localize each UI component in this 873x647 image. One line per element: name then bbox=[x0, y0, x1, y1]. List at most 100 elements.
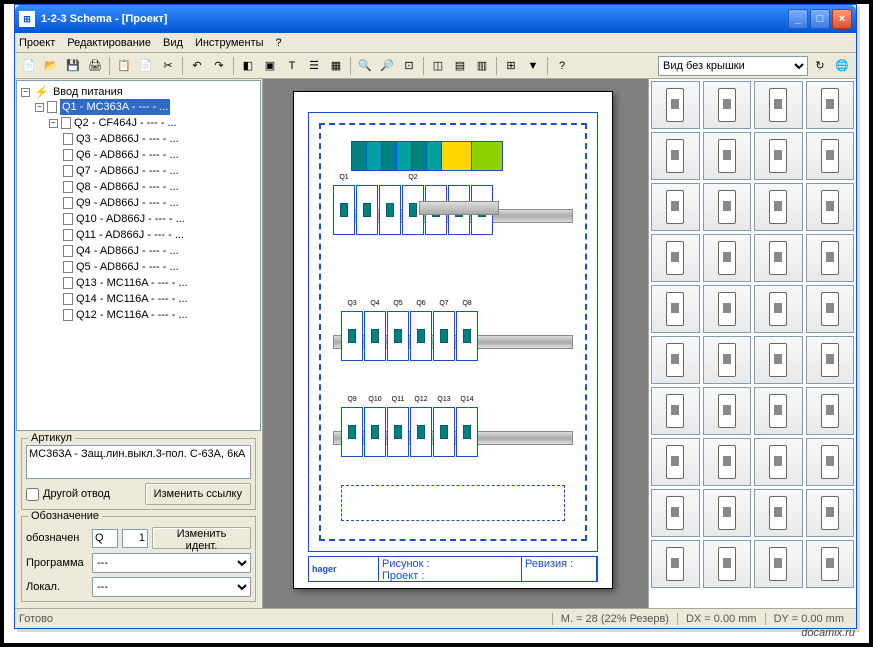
palette-item[interactable] bbox=[651, 234, 700, 282]
device[interactable]: Q10 bbox=[364, 407, 386, 457]
open-icon[interactable]: 📂 bbox=[41, 56, 61, 76]
minimize-button[interactable]: _ bbox=[788, 9, 808, 29]
tool-a-icon[interactable]: ◧ bbox=[238, 56, 258, 76]
device[interactable]: Q1 bbox=[333, 185, 355, 235]
local-select[interactable]: --- bbox=[92, 577, 251, 597]
palette-item[interactable] bbox=[754, 540, 803, 588]
device[interactable]: Q12 bbox=[410, 407, 432, 457]
tree-item[interactable]: Q5 - AD866J - --- - ... bbox=[76, 259, 179, 275]
undo-icon[interactable]: ↶ bbox=[187, 56, 207, 76]
device[interactable]: Q7 bbox=[433, 311, 455, 361]
menu-tools[interactable]: Инструменты bbox=[195, 37, 264, 49]
tree-item[interactable]: Q12 - MC116A - --- - ... bbox=[76, 307, 188, 323]
tree-item[interactable]: Q8 - AD866J - --- - ... bbox=[76, 179, 179, 195]
tool-d-icon[interactable]: ◫ bbox=[428, 56, 448, 76]
palette-item[interactable] bbox=[703, 540, 752, 588]
palette-item[interactable] bbox=[754, 132, 803, 180]
tool-e-icon[interactable]: ▤ bbox=[450, 56, 470, 76]
palette-item[interactable] bbox=[651, 540, 700, 588]
tree-item[interactable]: Q9 - AD866J - --- - ... bbox=[76, 195, 179, 211]
palette-item[interactable] bbox=[703, 81, 752, 129]
palette-item[interactable] bbox=[806, 387, 855, 435]
palette-item[interactable] bbox=[703, 132, 752, 180]
device[interactable]: Q13 bbox=[433, 407, 455, 457]
palette-item[interactable] bbox=[651, 438, 700, 486]
palette-item[interactable] bbox=[806, 540, 855, 588]
device[interactable] bbox=[356, 185, 378, 235]
menu-help[interactable]: ? bbox=[276, 37, 282, 49]
program-select[interactable]: --- bbox=[92, 553, 251, 573]
tree-item[interactable]: Q10 - AD866J - --- - ... bbox=[76, 211, 185, 227]
print-icon[interactable]: 🖨 bbox=[85, 56, 105, 76]
tree-item[interactable]: Q6 - AD866J - --- - ... bbox=[76, 147, 179, 163]
tool-c-icon[interactable]: ▦ bbox=[326, 56, 346, 76]
device[interactable]: Q3 bbox=[341, 311, 363, 361]
palette-item[interactable] bbox=[806, 285, 855, 333]
palette-item[interactable] bbox=[754, 387, 803, 435]
palette-item[interactable] bbox=[703, 183, 752, 231]
palette-item[interactable] bbox=[651, 183, 700, 231]
text-icon[interactable]: T bbox=[282, 56, 302, 76]
palette-item[interactable] bbox=[754, 81, 803, 129]
copy-icon[interactable]: 📋 bbox=[114, 56, 134, 76]
cut-icon[interactable]: ✂ bbox=[158, 56, 178, 76]
tree-item-q2[interactable]: Q2 - CF464J - --- - ... bbox=[74, 115, 177, 131]
menu-project[interactable]: Проект bbox=[19, 37, 55, 49]
zoom-out-icon[interactable]: 🔎 bbox=[377, 56, 397, 76]
device[interactable]: Q11 bbox=[387, 407, 409, 457]
palette-item[interactable] bbox=[754, 336, 803, 384]
help-icon[interactable]: ? bbox=[552, 56, 572, 76]
refresh-icon[interactable]: ↻ bbox=[810, 56, 830, 76]
designation-prefix-input[interactable] bbox=[92, 529, 118, 548]
tool-b-icon[interactable]: ▣ bbox=[260, 56, 280, 76]
device[interactable]: Q5 bbox=[387, 311, 409, 361]
tree-item[interactable]: Q13 - MC116A - --- - ... bbox=[76, 275, 188, 291]
globe-icon[interactable]: 🌐 bbox=[832, 56, 852, 76]
device[interactable]: Q4 bbox=[364, 311, 386, 361]
zoom-fit-icon[interactable]: ⊡ bbox=[399, 56, 419, 76]
tree-item[interactable]: Q4 - AD866J - --- - ... bbox=[76, 243, 179, 259]
palette-item[interactable] bbox=[806, 234, 855, 282]
device[interactable]: Q14 bbox=[456, 407, 478, 457]
change-link-button[interactable]: Изменить ссылку bbox=[145, 483, 251, 505]
component-palette[interactable] bbox=[648, 79, 856, 608]
palette-item[interactable] bbox=[754, 234, 803, 282]
view-selector[interactable]: Вид без крышки bbox=[658, 56, 808, 76]
palette-item[interactable] bbox=[703, 336, 752, 384]
device[interactable]: Q6 bbox=[410, 311, 432, 361]
device[interactable] bbox=[379, 185, 401, 235]
palette-item[interactable] bbox=[754, 183, 803, 231]
tree-item[interactable]: Q7 - AD866J - --- - ... bbox=[76, 163, 179, 179]
palette-item[interactable] bbox=[651, 489, 700, 537]
drawing-canvas[interactable]: Q1Q2 Q3Q4Q5Q6Q7Q8 Q9Q10Q11Q12Q13Q14 hage… bbox=[263, 79, 648, 608]
tree-item[interactable]: Q14 - MC116A - --- - ... bbox=[76, 291, 188, 307]
change-ident-button[interactable]: Изменить идент. bbox=[152, 527, 251, 549]
maximize-button[interactable]: □ bbox=[810, 9, 830, 29]
palette-item[interactable] bbox=[806, 438, 855, 486]
palette-item[interactable] bbox=[651, 387, 700, 435]
palette-item[interactable] bbox=[806, 489, 855, 537]
palette-item[interactable] bbox=[754, 489, 803, 537]
palette-item[interactable] bbox=[806, 81, 855, 129]
device[interactable]: Q9 bbox=[341, 407, 363, 457]
palette-item[interactable] bbox=[806, 132, 855, 180]
other-outlet-checkbox[interactable] bbox=[26, 488, 39, 501]
palette-item[interactable] bbox=[806, 183, 855, 231]
designation-num-input[interactable] bbox=[122, 529, 148, 548]
tree-item[interactable]: Q3 - AD866J - --- - ... bbox=[76, 131, 179, 147]
palette-item[interactable] bbox=[754, 438, 803, 486]
redo-icon[interactable]: ↷ bbox=[209, 56, 229, 76]
palette-item[interactable] bbox=[754, 285, 803, 333]
palette-item[interactable] bbox=[703, 387, 752, 435]
palette-item[interactable] bbox=[806, 336, 855, 384]
palette-item[interactable] bbox=[703, 489, 752, 537]
palette-item[interactable] bbox=[651, 336, 700, 384]
tree-root-label[interactable]: Ввод питания bbox=[53, 86, 123, 98]
project-tree[interactable]: −⚡Ввод питания −Q1 - MC363A - --- - ... … bbox=[16, 80, 261, 431]
palette-item[interactable] bbox=[651, 132, 700, 180]
tree-item[interactable]: Q11 - AD866J - --- - ... bbox=[76, 227, 184, 243]
close-button[interactable]: × bbox=[832, 9, 852, 29]
tool-g-icon[interactable]: ⊞ bbox=[501, 56, 521, 76]
palette-item[interactable] bbox=[703, 285, 752, 333]
palette-item[interactable] bbox=[651, 81, 700, 129]
